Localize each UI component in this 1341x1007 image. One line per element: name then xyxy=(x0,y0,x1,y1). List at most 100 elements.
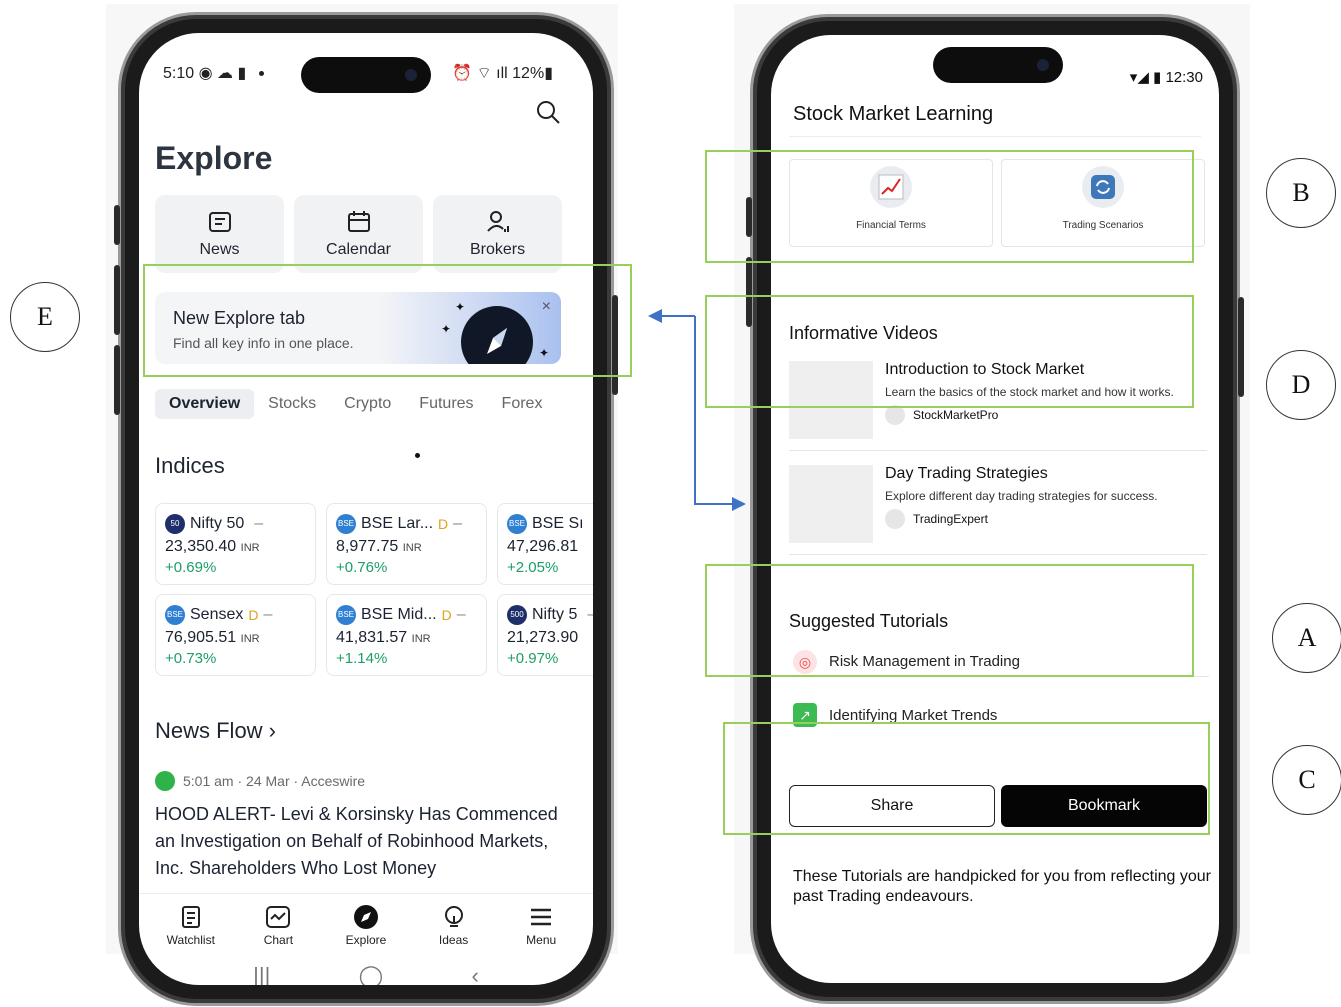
index-card[interactable]: BSE BSE Lar... D – 8,977.75 INR +0.76% xyxy=(326,503,487,585)
source-icon xyxy=(155,771,175,791)
menu-icon xyxy=(531,908,552,926)
index-change: +0.73% xyxy=(165,650,217,667)
index-change: +0.69% xyxy=(165,559,217,576)
highlight-box-a xyxy=(705,564,1194,677)
callout-d: D xyxy=(1266,350,1336,420)
back-button[interactable]: ‹ xyxy=(472,963,479,985)
index-card[interactable]: 50 Nifty 50–23,350.40 INR +0.69% xyxy=(155,503,316,585)
index-value: 23,350.40 xyxy=(165,538,237,555)
chart-icon xyxy=(266,906,291,928)
tab-forex[interactable]: Forex xyxy=(488,389,557,419)
search-icon[interactable] xyxy=(535,99,561,125)
index-card[interactable]: BSEBSE Sı–47,296.81 +2.05% xyxy=(497,503,593,585)
footer-note: These Tutorials are handpicked for you f… xyxy=(793,868,1211,905)
index-logo-icon: BSE xyxy=(507,514,527,534)
news-tile[interactable]: News xyxy=(155,195,284,273)
index-dash: – xyxy=(254,515,264,532)
indices-title: Indices xyxy=(155,453,225,478)
tab-futures[interactable]: Futures xyxy=(405,389,487,419)
index-dash: – xyxy=(453,515,463,532)
video-thumbnail xyxy=(789,465,873,543)
nav-watchlist-label: Watchlist xyxy=(166,933,215,947)
index-logo-icon: 50 xyxy=(165,514,185,534)
tab-stocks[interactable]: Stocks xyxy=(254,389,330,419)
index-name: Sensex xyxy=(190,606,244,623)
index-value-row: 8,977.75 INR xyxy=(336,538,477,556)
app-title: Stock Market Learning xyxy=(793,103,994,125)
nav-chart[interactable]: Chart xyxy=(238,894,318,953)
index-d-tag: D xyxy=(441,607,452,623)
index-value: 8,977.75 xyxy=(336,538,399,555)
index-change: +0.97% xyxy=(507,650,559,667)
news-flow-title[interactable]: News Flow › xyxy=(155,718,276,744)
brokers-icon xyxy=(486,211,509,232)
status-bar-right: ⏰ ⌔ ıll 12%▮ xyxy=(452,65,553,82)
nav-explore-label: Explore xyxy=(345,933,387,947)
callout-e: E xyxy=(10,282,80,352)
calendar-tile-label: Calendar xyxy=(326,241,391,258)
home-button[interactable]: ◯ xyxy=(359,963,384,985)
bottom-nav: Watchlist Chart Explore Ideas Menu xyxy=(139,893,593,953)
index-value: 47,296.81 xyxy=(507,538,579,555)
highlight-box-b xyxy=(705,150,1194,263)
index-name: BSE Lar... xyxy=(361,515,434,532)
recents-button[interactable]: ||| xyxy=(253,963,270,985)
news-headline[interactable]: HOOD ALERT- Levi & Korsinsky Has Commenc… xyxy=(155,801,575,882)
watchlist-icon xyxy=(181,906,200,928)
dot-marker xyxy=(415,453,420,458)
calendar-tile[interactable]: Calendar xyxy=(294,195,423,273)
video-channel: StockMarketPro xyxy=(885,405,998,425)
channel-avatar xyxy=(885,509,905,529)
nav-watchlist[interactable]: Watchlist xyxy=(151,894,231,953)
index-logo-icon: 500 xyxy=(507,605,527,625)
lightbulb-icon xyxy=(444,906,463,927)
index-value-row: 76,905.51 INR xyxy=(165,629,306,647)
index-name: BSE Mid... xyxy=(361,606,437,623)
nav-explore[interactable]: Explore xyxy=(326,894,406,953)
nav-chart-label: Chart xyxy=(263,933,294,947)
index-value: 76,905.51 xyxy=(165,629,237,646)
index-change: +2.05% xyxy=(507,559,559,576)
tab-overview[interactable]: Overview xyxy=(155,389,255,419)
nav-menu-label: Menu xyxy=(526,933,557,947)
index-unit: INR xyxy=(240,633,260,645)
index-name: BSE Sı xyxy=(532,515,584,532)
index-unit: INR xyxy=(240,542,260,554)
index-card[interactable]: 500 Nifty 5–21,273.90 +0.97% xyxy=(497,594,593,676)
nav-ideas[interactable]: Ideas xyxy=(414,894,494,953)
index-value: 21,273.90 xyxy=(507,629,579,646)
video-description: Explore different day trading strategies… xyxy=(885,489,1158,503)
callout-b: B xyxy=(1266,158,1336,228)
callout-c: C xyxy=(1272,745,1341,815)
news-meta-text: 5:01 am · 24 Mar · Acceswire xyxy=(183,773,366,789)
tab-crypto[interactable]: Crypto xyxy=(330,389,405,419)
index-change: +1.14% xyxy=(336,650,388,667)
link-arrow xyxy=(648,309,746,511)
left-phone: 5:10 ◉ ☁ ▮ ⏰ ⌔ ıll 12%▮ Explore News Cal… xyxy=(114,12,618,1006)
callout-a: A xyxy=(1272,603,1341,673)
left-screen: 5:10 ◉ ☁ ▮ ⏰ ⌔ ıll 12%▮ Explore News Cal… xyxy=(139,33,593,985)
calendar-icon xyxy=(347,211,370,232)
nav-ideas-label: Ideas xyxy=(438,933,469,947)
index-card[interactable]: BSE BSE Mid... D – 41,831.57 INR +1.14% xyxy=(326,594,487,676)
news-icon xyxy=(208,212,231,232)
index-card[interactable]: BSE Sensex D – 76,905.51 INR +0.73% xyxy=(155,594,316,676)
index-change: +0.76% xyxy=(336,559,388,576)
nav-menu[interactable]: Menu xyxy=(501,894,581,953)
index-value: 41,831.57 xyxy=(336,629,408,646)
page-title: Explore xyxy=(155,140,273,176)
brokers-tile[interactable]: Brokers xyxy=(433,195,562,273)
index-d-tag: D xyxy=(248,607,259,623)
index-logo-icon: BSE xyxy=(165,605,185,625)
index-unit: INR xyxy=(411,633,431,645)
dynamic-island xyxy=(301,57,431,93)
index-value-row: 21,273.90 xyxy=(507,629,593,647)
video-item[interactable]: Day Trading Strategies Explore different… xyxy=(789,465,1207,555)
video-title: Day Trading Strategies xyxy=(885,465,1048,482)
brokers-tile-label: Brokers xyxy=(469,241,526,258)
index-dash: – xyxy=(587,606,593,624)
index-unit: INR xyxy=(402,542,422,554)
index-dash: – xyxy=(263,606,273,623)
index-logo-icon: BSE xyxy=(336,514,356,534)
status-bar-left: 5:10 ◉ ☁ ▮ xyxy=(163,63,264,83)
